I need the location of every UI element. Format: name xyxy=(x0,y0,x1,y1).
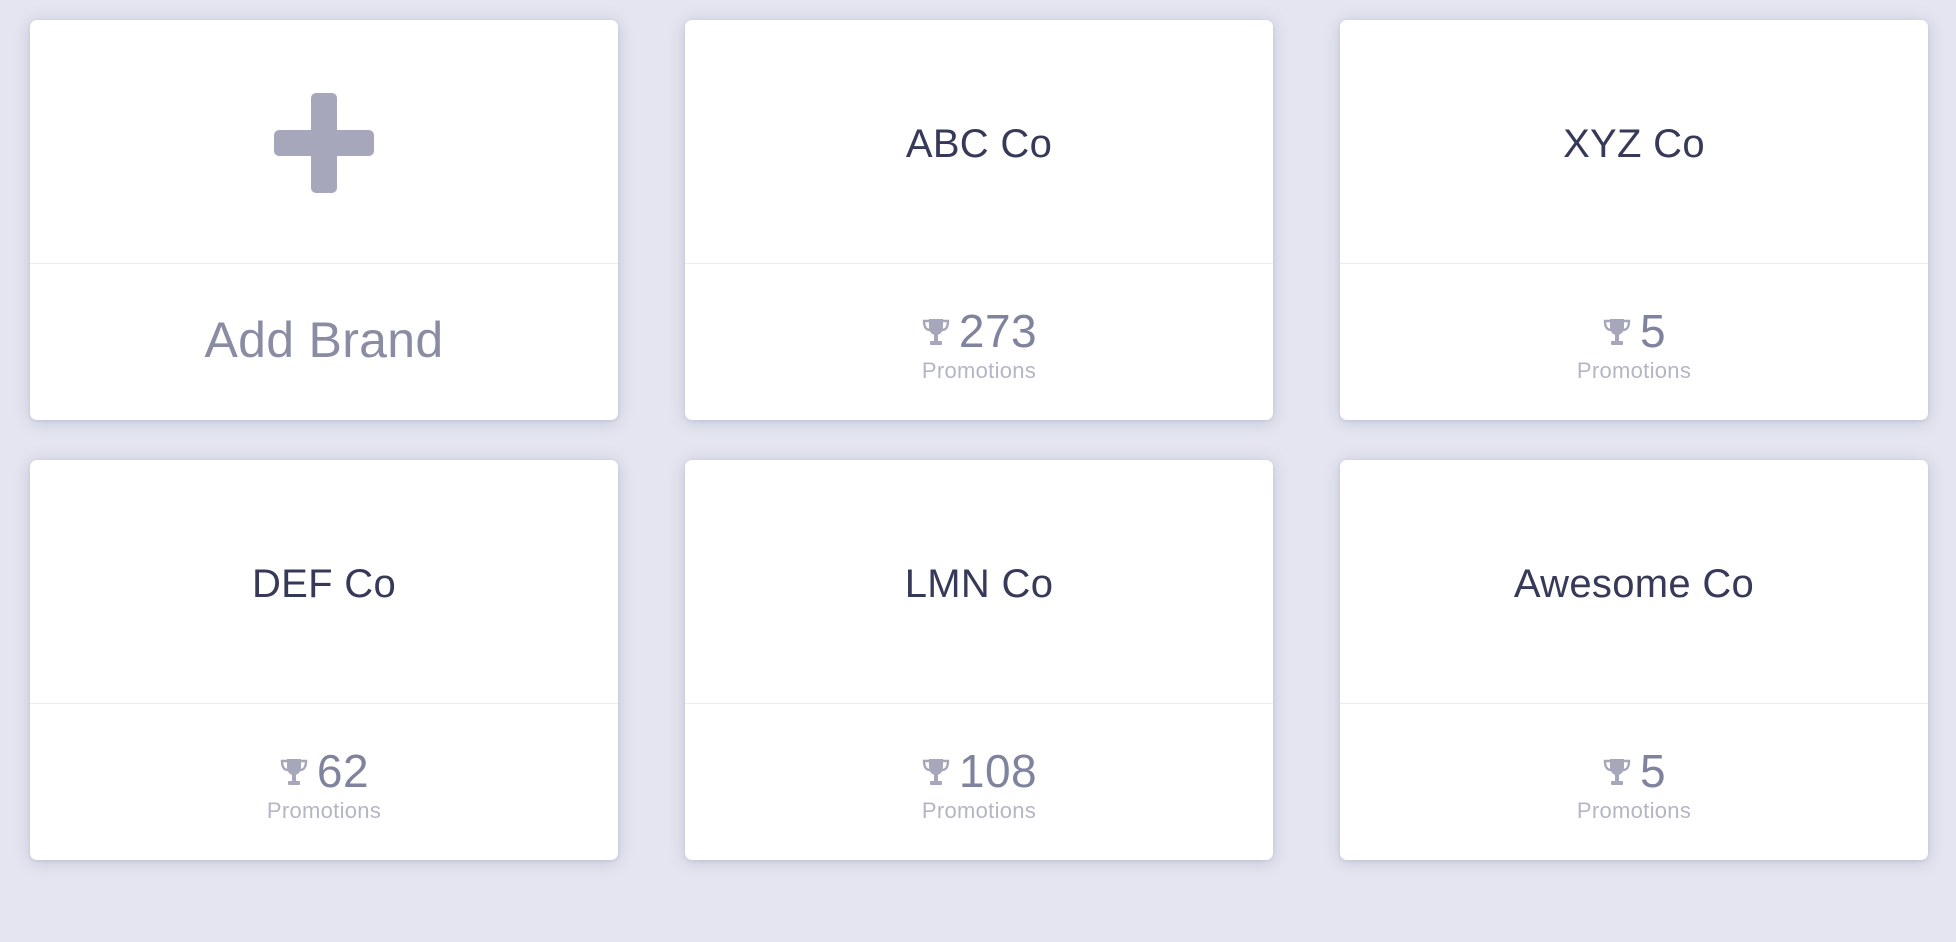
brand-name: LMN Co xyxy=(904,562,1054,606)
promotions-label: Promotions xyxy=(921,798,1037,823)
brand-name: XYZ Co xyxy=(1563,122,1705,166)
promotions-count-row: 5 xyxy=(1602,305,1667,357)
brand-card-def-co[interactable]: DEF Co 62 Promotions xyxy=(30,460,618,860)
promotions-count-row: 108 xyxy=(921,745,1038,797)
brand-name: Awesome Co xyxy=(1513,562,1755,606)
promotions-count: 108 xyxy=(958,745,1038,797)
promotions-label: Promotions xyxy=(921,358,1037,383)
add-brand-card-top xyxy=(30,20,618,264)
trophy-icon xyxy=(1603,319,1631,345)
promotions-label: Promotions xyxy=(266,798,382,823)
trophy-icon xyxy=(1603,759,1631,785)
promotions-count: 62 xyxy=(316,745,370,797)
add-brand-card[interactable]: Add Brand xyxy=(30,20,618,420)
brand-card-awesome-co[interactable]: Awesome Co 5 Promotions xyxy=(1340,460,1928,860)
brand-card-xyz-co[interactable]: XYZ Co 5 Promotions xyxy=(1340,20,1928,420)
brand-card-lmn-co[interactable]: LMN Co 108 Promotions xyxy=(685,460,1273,860)
brand-name: DEF Co xyxy=(251,562,397,606)
trophy-icon xyxy=(922,759,950,785)
add-brand-card-bottom: Add Brand xyxy=(30,264,618,420)
promotions-count-row: 273 xyxy=(921,305,1038,357)
add-brand-label: Add Brand xyxy=(204,312,444,368)
promotions-count: 5 xyxy=(1639,305,1667,357)
promotions-count: 273 xyxy=(958,305,1038,357)
promotions-count-row: 5 xyxy=(1602,745,1667,797)
trophy-icon xyxy=(280,759,308,785)
trophy-icon xyxy=(922,319,950,345)
brand-grid: Add Brand ABC Co 273 Promotions XYZ Co 5… xyxy=(30,20,1928,860)
brand-card-abc-co[interactable]: ABC Co 273 Promotions xyxy=(685,20,1273,420)
promotions-label: Promotions xyxy=(1576,798,1692,823)
promotions-count-row: 62 xyxy=(279,745,370,797)
promotions-count: 5 xyxy=(1639,745,1667,797)
brand-name: ABC Co xyxy=(905,122,1053,166)
promotions-label: Promotions xyxy=(1576,358,1692,383)
plus-icon xyxy=(274,92,374,193)
